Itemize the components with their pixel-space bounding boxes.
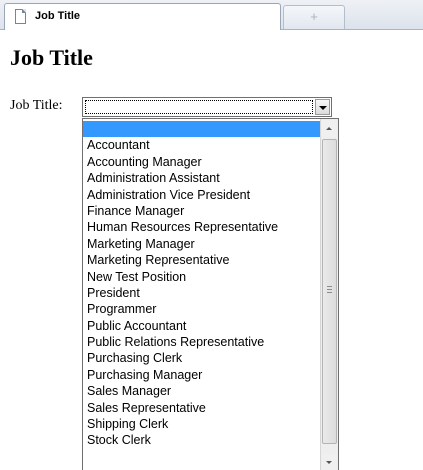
page-icon <box>15 9 26 24</box>
scroll-up-arrow-icon[interactable] <box>322 120 337 137</box>
dropdown-option[interactable]: Purchasing Clerk <box>83 350 320 366</box>
job-title-select[interactable] <box>82 97 332 117</box>
browser-tab-strip: Job Title + <box>0 0 423 30</box>
dropdown-option[interactable]: Public Accountant <box>83 318 320 334</box>
dropdown-option[interactable]: Marketing Manager <box>83 236 320 252</box>
dropdown-option[interactable]: Administration Vice President <box>83 187 320 203</box>
scroll-down-arrow-icon[interactable] <box>322 454 337 470</box>
dropdown-option[interactable]: Purchasing Manager <box>83 367 320 383</box>
dropdown-option-blank[interactable] <box>83 121 320 138</box>
dropdown-option[interactable]: Public Relations Representative <box>83 334 320 350</box>
job-title-dropdown-list[interactable]: Accountant Accounting Manager Administra… <box>82 118 339 470</box>
dropdown-option[interactable]: Administration Assistant <box>83 170 320 186</box>
dropdown-option[interactable]: Sales Representative <box>83 400 320 416</box>
dropdown-option[interactable]: Shipping Clerk <box>83 416 320 432</box>
dropdown-options: Accountant Accounting Manager Administra… <box>83 121 320 449</box>
dropdown-option[interactable]: Accounting Manager <box>83 154 320 170</box>
dropdown-option[interactable]: New Test Position <box>83 269 320 285</box>
new-tab-button[interactable]: + <box>283 5 345 29</box>
scrollbar-thumb[interactable] <box>322 139 337 444</box>
dropdown-scrollbar[interactable] <box>320 119 338 470</box>
job-title-label: Job Title: <box>10 98 63 113</box>
tab-title: Job Title <box>35 10 81 22</box>
dropdown-option[interactable]: President <box>83 285 320 301</box>
select-current-value <box>85 100 313 114</box>
dropdown-option[interactable]: Programmer <box>83 301 320 317</box>
chevron-down-icon[interactable] <box>315 99 330 115</box>
dropdown-option[interactable]: Stock Clerk <box>83 432 320 448</box>
dropdown-option[interactable]: Accountant <box>83 137 320 153</box>
dropdown-option[interactable]: Marketing Representative <box>83 252 320 268</box>
browser-tab-job-title[interactable]: Job Title <box>4 3 281 30</box>
dropdown-option[interactable]: Sales Manager <box>83 383 320 399</box>
dropdown-option[interactable]: Finance Manager <box>83 203 320 219</box>
page-title: Job Title <box>10 45 93 70</box>
grip-icon <box>327 286 332 293</box>
dropdown-option[interactable]: Human Resources Representative <box>83 219 320 235</box>
plus-icon: + <box>310 9 318 24</box>
